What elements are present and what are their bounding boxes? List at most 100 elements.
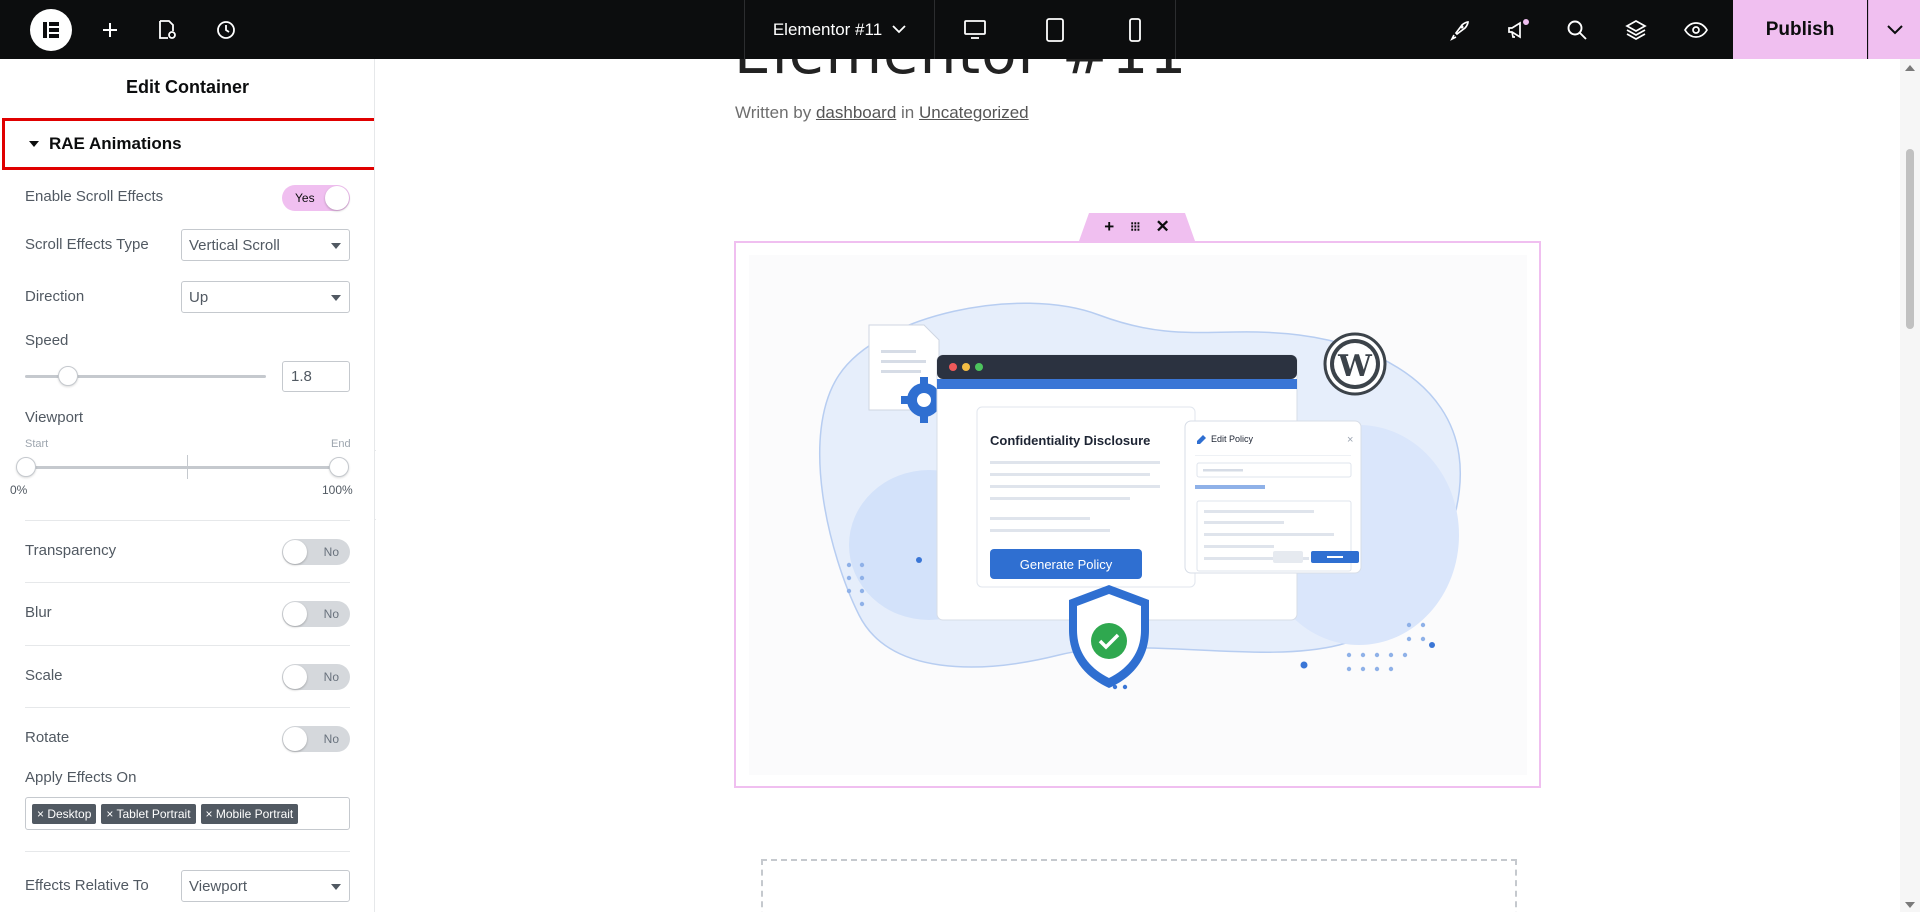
drag-handle-icon[interactable]: ⁝⁝⁝ (1130, 219, 1140, 235)
rotate-label: Rotate (25, 729, 70, 746)
viewport-max-label: 100% (322, 483, 353, 497)
scrollbar-thumb[interactable] (1906, 149, 1914, 329)
divider (25, 645, 350, 646)
document-title-button[interactable]: Elementor #11 (745, 0, 935, 59)
section-rae-animations[interactable]: RAE Animations (2, 118, 374, 170)
tablet-icon[interactable] (1015, 0, 1095, 59)
blur-toggle[interactable]: No (282, 601, 350, 627)
direction-select[interactable]: Up (181, 281, 350, 313)
viewport-label: Viewport (25, 409, 84, 426)
dialog-close: × (1347, 434, 1353, 446)
selected-container[interactable]: Confidentiality Disclosure Generate Poli… (734, 241, 1541, 788)
category-link[interactable]: Uncategorized (919, 103, 1029, 122)
toggle-knob (283, 727, 307, 751)
viewport-start-handle[interactable] (16, 457, 36, 477)
card-button: Generate Policy (1020, 557, 1113, 572)
transparency-toggle[interactable]: No (282, 539, 350, 565)
page-settings-icon[interactable] (153, 0, 181, 59)
byline-in: in (901, 103, 915, 122)
chip-desktop[interactable]: × Desktop (32, 803, 97, 824)
enable-scroll-label: Enable Scroll Effects (25, 188, 164, 205)
scroll-type-label: Scroll Effects Type (25, 236, 149, 253)
speed-slider-handle[interactable] (58, 366, 79, 386)
scroll-up-arrow[interactable] (1905, 65, 1915, 71)
viewport-start-label: Start (25, 438, 49, 450)
toggle-knob (283, 665, 307, 689)
elementor-logo-icon[interactable] (30, 9, 72, 51)
caret-down-icon (331, 884, 341, 890)
select-value: Up (189, 288, 209, 306)
divider (25, 582, 350, 583)
toggle-knob (325, 186, 349, 210)
scroll-down-arrow[interactable] (1905, 902, 1915, 908)
select-value: Viewport (189, 877, 248, 895)
mobile-icon[interactable] (1095, 0, 1175, 59)
delete-container-icon[interactable]: ✕ (1156, 217, 1170, 237)
toggle-knob (283, 540, 307, 564)
rotate-toggle[interactable]: No (282, 726, 350, 752)
speed-input[interactable]: 1.8 (282, 361, 350, 392)
select-value: Vertical Scroll (189, 236, 280, 254)
chip-tablet-portrait[interactable]: × Tablet Portrait (101, 803, 196, 824)
scroll-type-select[interactable]: Vertical Scroll (181, 229, 350, 261)
divider (25, 851, 350, 852)
viewport-slider-track[interactable] (25, 466, 340, 469)
add-element-icon[interactable]: + (1104, 217, 1114, 237)
history-icon[interactable] (211, 0, 241, 59)
speed-label: Speed (25, 332, 69, 349)
toggle-value: No (323, 670, 339, 684)
preview-canvas: Elementor #11 Written by dashboard in Un… (376, 59, 1900, 912)
document-switcher: Elementor #11 (744, 0, 1176, 59)
chip-mobile-portrait[interactable]: × Mobile Portrait (200, 803, 299, 824)
card-title: Confidentiality Disclosure (990, 433, 1150, 448)
toggle-value: No (323, 732, 339, 746)
rocket-icon[interactable] (1444, 0, 1474, 59)
chevron-down-icon (1886, 24, 1903, 34)
post-byline: Written by dashboard in Uncategorized (735, 103, 1029, 123)
post-title: Elementor #11 (734, 59, 1187, 87)
desktop-icon[interactable] (935, 0, 1015, 59)
apply-on-multiselect[interactable]: × Desktop × Tablet Portrait × Mobile Por… (25, 797, 350, 830)
document-title: Elementor #11 (772, 19, 883, 39)
relative-to-label: Effects Relative To (25, 877, 149, 894)
toggle-knob (283, 602, 307, 626)
caret-down-icon (29, 141, 39, 147)
divider (25, 707, 350, 708)
apply-on-label: Apply Effects On (25, 769, 137, 786)
empty-drop-area[interactable] (761, 859, 1517, 912)
enable-scroll-toggle[interactable]: Yes (282, 185, 350, 211)
megaphone-icon[interactable] (1502, 0, 1534, 59)
viewport-min-label: 0% (10, 483, 28, 497)
vertical-scrollbar[interactable] (1900, 59, 1920, 912)
viewport-end-handle[interactable] (329, 457, 349, 477)
chevron-down-icon (892, 25, 906, 34)
layers-icon[interactable] (1620, 0, 1652, 59)
plus-icon[interactable] (96, 0, 124, 59)
panel-title: Edit Container (125, 77, 249, 97)
top-bar: Elementor #11 Publish (0, 0, 1920, 59)
dialog-title: Edit Policy (1211, 434, 1254, 444)
relative-to-select[interactable]: Viewport (181, 870, 350, 902)
toggle-value: Yes (295, 191, 315, 205)
byline-prefix: Written by (735, 103, 812, 122)
author-link[interactable]: dashboard (816, 103, 896, 122)
toggle-value: No (323, 607, 339, 621)
container-handle: + ⁝⁝⁝ ✕ (1079, 213, 1195, 241)
direction-label: Direction (25, 288, 85, 305)
policy-illustration: Confidentiality Disclosure Generate Poli… (749, 255, 1527, 775)
wordpress-icon: W (1337, 349, 1373, 384)
caret-down-icon (331, 243, 341, 249)
toggle-value: No (323, 545, 339, 559)
viewport-slider-midmark (187, 455, 188, 479)
transparency-label: Transparency (25, 542, 117, 559)
search-icon[interactable] (1562, 0, 1592, 59)
scale-label: Scale (25, 667, 63, 684)
publish-options-button[interactable] (1868, 0, 1920, 59)
publish-button[interactable]: Publish (1733, 0, 1867, 59)
divider (25, 520, 350, 521)
blur-label: Blur (25, 604, 52, 621)
caret-down-icon (331, 295, 341, 301)
eye-icon[interactable] (1680, 0, 1712, 59)
scale-toggle[interactable]: No (282, 664, 350, 690)
viewport-end-label: End (331, 438, 351, 450)
